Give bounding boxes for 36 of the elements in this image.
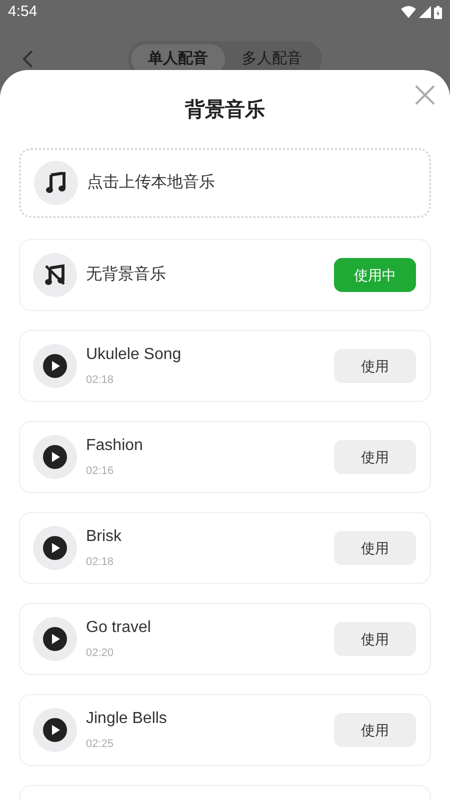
music-card[interactable]: 无背景音乐 使用中: [19, 239, 431, 311]
play-icon[interactable]: [33, 344, 77, 388]
play-icon[interactable]: [33, 435, 77, 479]
play-icon[interactable]: [33, 617, 77, 661]
use-button[interactable]: 使用: [334, 713, 416, 747]
music-card[interactable]: Ukulele Song 02:18 使用: [19, 330, 431, 402]
muted-note-icon: [33, 253, 77, 297]
music-card[interactable]: Brisk 02:18 使用: [19, 512, 431, 584]
music-duration: 02:20: [86, 646, 115, 662]
music-title: Go travel: [86, 618, 152, 638]
status-time: 4:54: [8, 2, 38, 22]
signal-icon: [419, 6, 431, 18]
use-button[interactable]: 使用: [334, 531, 416, 565]
music-duration: 02:25: [86, 737, 115, 752]
music-card[interactable]: Jingle Bells 02:25 使用: [19, 694, 431, 766]
use-button[interactable]: 使用: [334, 440, 416, 474]
upload-area[interactable]: 点击上传本地音乐: [19, 148, 431, 218]
music-title: Fashion: [86, 436, 144, 456]
music-duration: 02:18: [86, 373, 115, 388]
music-title: Jingle Bells: [86, 709, 168, 730]
music-card[interactable]: Go travel 02:20 使用: [19, 603, 431, 675]
play-icon[interactable]: [33, 708, 77, 752]
music-title: Ukulele Song: [86, 345, 182, 366]
play-icon[interactable]: [33, 526, 77, 570]
music-duration: 02:16: [86, 464, 115, 480]
battery-icon: [434, 6, 442, 18]
music-note-icon: [34, 161, 78, 205]
music-duration: 02:18: [86, 555, 115, 570]
use-button[interactable]: 使用: [334, 349, 416, 383]
wifi-icon: [401, 6, 416, 18]
sheet-title: 背景音乐: [185, 98, 265, 123]
upload-label: 点击上传本地音乐: [87, 172, 215, 193]
use-button[interactable]: 使用: [334, 622, 416, 656]
music-card[interactable]: Fashion 02:16 使用: [19, 421, 431, 493]
music-title: 无背景音乐: [86, 264, 167, 285]
music-title: Brisk: [86, 527, 123, 548]
